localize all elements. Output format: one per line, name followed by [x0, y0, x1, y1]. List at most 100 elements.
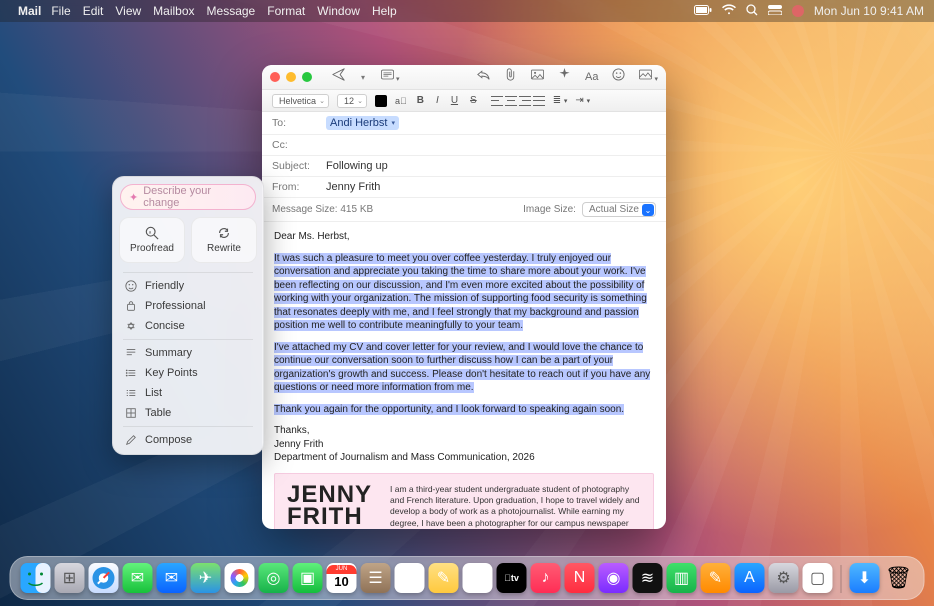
tone-concise[interactable]: Concise — [113, 316, 263, 336]
from-field[interactable]: Jenny Frith — [326, 181, 656, 193]
bold-button[interactable]: B — [415, 95, 426, 106]
indent-button[interactable]: ⇥ ▾ — [575, 95, 590, 106]
dock-downloads[interactable]: ⬇ — [850, 563, 880, 593]
image-size-select[interactable]: Actual Size ⌄ — [582, 202, 656, 217]
list-button[interactable]: ≣ ▾ — [553, 95, 568, 106]
mail-compose-window: ▾ ▾ Aa ▾ Helvetica ⌄ 12 ⌄ a⃠ B I U S — [262, 65, 666, 529]
dock-launchpad[interactable]: ⊞ — [55, 563, 85, 593]
insert-photo-icon[interactable] — [531, 68, 544, 86]
menu-view[interactable]: View — [115, 4, 141, 18]
dock-trash[interactable]: 🗑 — [884, 563, 914, 593]
window-zoom-button[interactable] — [302, 72, 312, 82]
transform-summary[interactable]: Summary — [113, 343, 263, 363]
tone-friendly[interactable]: Friendly — [113, 276, 263, 296]
transform-list[interactable]: List — [113, 383, 263, 403]
dock-iphone-mirroring[interactable]: ▢ — [803, 563, 833, 593]
dock-notes[interactable]: ✎ — [429, 563, 459, 593]
dock-mail[interactable]: ✉ — [157, 563, 187, 593]
clear-format-icon[interactable]: a⃠ — [395, 96, 407, 106]
dock-podcasts[interactable]: ◉ — [599, 563, 629, 593]
font-family-value: Helvetica — [279, 96, 316, 106]
send-icon[interactable] — [332, 68, 345, 86]
align-justify-button[interactable] — [533, 96, 545, 106]
spotlight-search-icon[interactable] — [746, 4, 758, 19]
window-titlebar[interactable]: ▾ ▾ Aa ▾ — [262, 65, 666, 90]
transform-table[interactable]: Table — [113, 403, 263, 423]
dock-maps[interactable]: ✈ — [191, 563, 221, 593]
font-family-select[interactable]: Helvetica ⌄ — [272, 94, 329, 108]
strikethrough-button[interactable]: S — [468, 95, 479, 106]
proofread-button[interactable]: a Proofread — [119, 217, 185, 263]
dock-contacts[interactable]: ☰ — [361, 563, 391, 593]
menu-help[interactable]: Help — [372, 4, 397, 18]
dock-news[interactable]: N — [565, 563, 595, 593]
describe-change-input[interactable]: ✦ Describe your change — [120, 184, 256, 210]
dock-find-my[interactable]: ◎ — [259, 563, 289, 593]
from-row[interactable]: From: Jenny Frith — [262, 177, 666, 198]
align-right-button[interactable] — [519, 96, 531, 106]
reply-icon[interactable] — [477, 68, 490, 86]
menu-format[interactable]: Format — [267, 4, 305, 18]
italic-button[interactable]: I — [434, 95, 441, 106]
window-close-button[interactable] — [270, 72, 280, 82]
dock-appstore[interactable]: A — [735, 563, 765, 593]
dock-safari[interactable] — [89, 563, 119, 593]
align-center-button[interactable] — [505, 96, 517, 106]
text-color-swatch[interactable] — [375, 95, 387, 107]
tone-professional[interactable]: Professional — [113, 296, 263, 316]
emoji-icon[interactable] — [612, 68, 625, 86]
writing-tools-popover: ✦ Describe your change a Proofread Rewri… — [112, 176, 264, 455]
dock-numbers[interactable]: ▥ — [667, 563, 697, 593]
compose-action[interactable]: Compose — [113, 430, 263, 450]
media-browser-icon[interactable]: ▾ — [639, 68, 658, 86]
attached-resume-preview[interactable]: JENNY FRITH I am a third-year student un… — [274, 473, 654, 530]
body-p2: I've attached my CV and cover letter for… — [274, 342, 650, 394]
rewrite-label: Rewrite — [207, 243, 241, 254]
window-minimize-button[interactable] — [286, 72, 296, 82]
control-center-icon[interactable] — [768, 4, 782, 18]
to-row[interactable]: To: Andi Herbst — [262, 112, 666, 135]
message-size-value: 415 KB — [340, 204, 373, 215]
popover-separator — [123, 272, 253, 273]
format-text-icon[interactable]: Aa — [585, 71, 598, 83]
dock-tv[interactable]: tv — [497, 563, 527, 593]
dock-messages[interactable]: ✉ — [123, 563, 153, 593]
to-recipient-chip[interactable]: Andi Herbst — [326, 116, 399, 130]
rewrite-button[interactable]: Rewrite — [191, 217, 257, 263]
menubar-app-name[interactable]: Mail — [18, 4, 41, 18]
send-dropdown-icon[interactable]: ▾ — [361, 73, 365, 82]
wifi-icon[interactable] — [722, 4, 736, 18]
resume-bio: I am a third-year student undergraduate … — [390, 484, 641, 530]
sparkle-icon[interactable] — [558, 68, 571, 86]
menu-file[interactable]: File — [51, 4, 70, 18]
subject-field[interactable]: Following up — [326, 160, 656, 172]
dock-calendar[interactable]: JUN10 — [327, 563, 357, 593]
align-left-button[interactable] — [491, 96, 503, 106]
attach-icon[interactable] — [504, 68, 517, 86]
dock-facetime[interactable]: ▣ — [293, 563, 323, 593]
menu-edit[interactable]: Edit — [83, 4, 104, 18]
svg-text:a: a — [149, 230, 152, 235]
menu-message[interactable]: Message — [207, 4, 256, 18]
cc-row[interactable]: Cc: — [262, 135, 666, 156]
font-size-select[interactable]: 12 ⌄ — [337, 94, 367, 108]
subject-row[interactable]: Subject: Following up — [262, 156, 666, 177]
dock-reminders[interactable]: ☰ — [395, 563, 425, 593]
dock-freeform[interactable]: 〰 — [463, 563, 493, 593]
dock-stocks[interactable]: ≋ — [633, 563, 663, 593]
popover-separator — [123, 426, 253, 427]
user-avatar-icon[interactable] — [792, 5, 804, 17]
menubar-clock[interactable]: Mon Jun 10 9:41 AM — [814, 4, 924, 18]
battery-icon[interactable] — [694, 4, 712, 18]
dock-photos[interactable] — [225, 563, 255, 593]
menu-window[interactable]: Window — [317, 4, 360, 18]
underline-button[interactable]: U — [449, 95, 460, 106]
header-fields-icon[interactable]: ▾ — [381, 68, 400, 86]
dock-finder[interactable] — [21, 563, 51, 593]
dock-pages[interactable]: ✎ — [701, 563, 731, 593]
menu-mailbox[interactable]: Mailbox — [153, 4, 194, 18]
dock-settings[interactable]: ⚙ — [769, 563, 799, 593]
compose-body[interactable]: Dear Ms. Herbst, It was such a pleasure … — [262, 222, 666, 529]
dock-music[interactable]: ♪ — [531, 563, 561, 593]
transform-keypoints[interactable]: Key Points — [113, 363, 263, 383]
